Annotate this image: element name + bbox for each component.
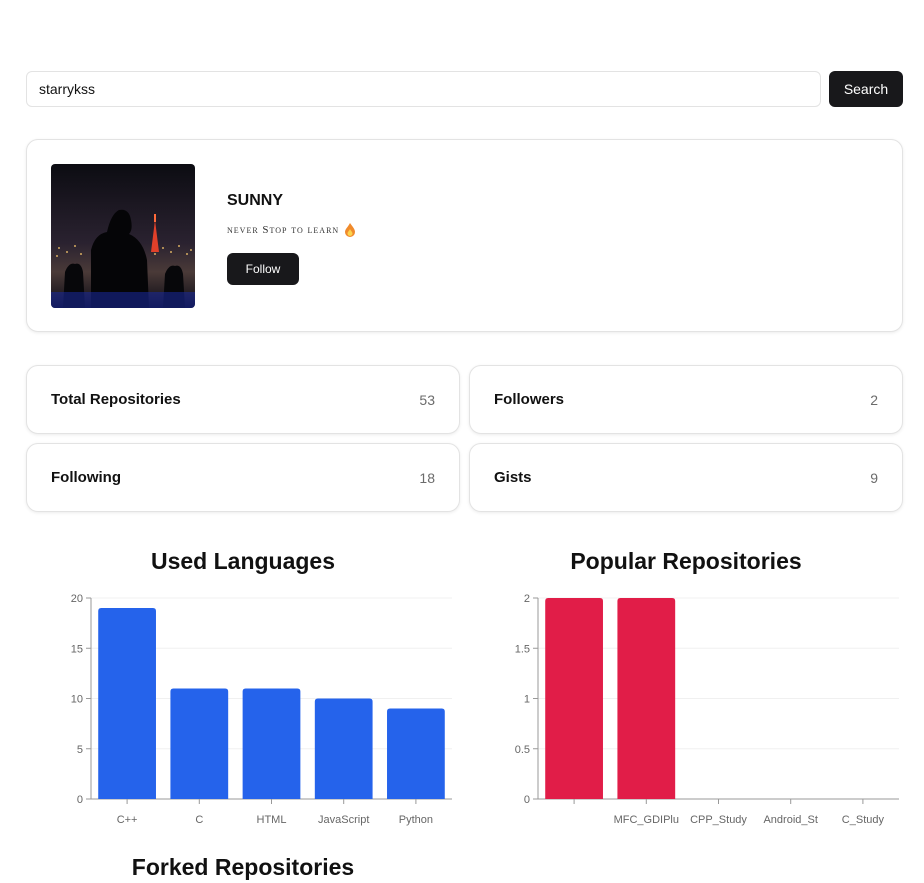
popular-y-tick-label: 1 (524, 694, 530, 706)
popular-y-tick-label: 0.5 (515, 744, 530, 756)
popular-x-tick-label: C_Study (842, 814, 885, 826)
languages-bar (170, 688, 229, 799)
languages-y-tick-label: 15 (71, 643, 83, 655)
languages-chart: 0 5 10 15 20 C++ C HTML JavaScript Python 0 0.5 1 1.5… (71, 593, 899, 826)
languages-y-tick-label: 10 (71, 694, 83, 706)
languages-x-tick-label: C (195, 814, 203, 826)
languages-bar (98, 608, 156, 799)
languages-bar (314, 698, 373, 799)
popular-y-tick-label: 2 (524, 593, 530, 605)
popular-x-tick-label: MFC_GDIPlu (614, 814, 679, 826)
popular-bar (545, 598, 603, 799)
popular-x-tick-label: Android_St (763, 814, 817, 826)
languages-y-tick-label: 0 (77, 794, 83, 806)
popular-y-tick-label: 0 (524, 794, 530, 806)
languages-bar (387, 708, 445, 799)
chart-title-forked: Forked Repositories (131, 854, 355, 880)
languages-y-tick-label: 20 (71, 593, 83, 605)
languages-y-tick-label: 5 (77, 744, 83, 756)
popular-bar (617, 598, 676, 799)
languages-x-tick-label: Python (399, 814, 433, 826)
popular-y-tick-label: 1.5 (515, 643, 530, 655)
languages-x-tick-label: JavaScript (318, 814, 369, 826)
languages-x-tick-label: HTML (257, 814, 287, 826)
languages-bar (242, 688, 301, 799)
popular-x-tick-label: CPP_Study (690, 814, 747, 826)
languages-x-tick-label: C++ (117, 814, 138, 826)
